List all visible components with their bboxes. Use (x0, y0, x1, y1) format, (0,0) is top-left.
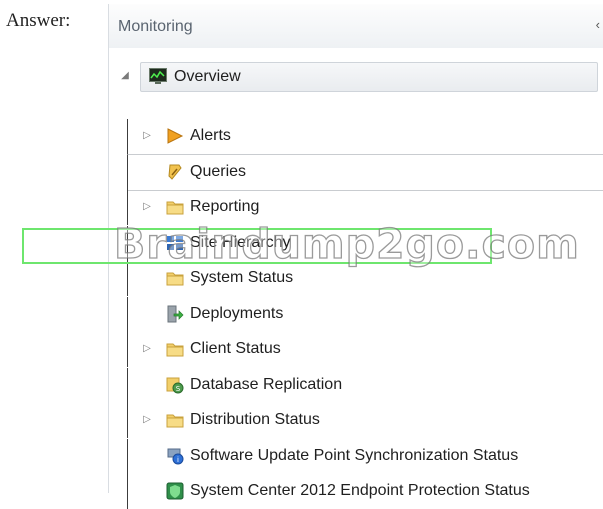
query-icon (166, 163, 184, 181)
tree-node-deployments[interactable]: Deployments (127, 296, 603, 332)
tree-node-label: Queries (190, 162, 247, 180)
tree-node-label: Database Replication (190, 375, 343, 393)
database-replication-icon: S (166, 376, 184, 394)
answer-label: Answer: (6, 10, 71, 31)
overview-bar[interactable]: Overview (140, 62, 598, 92)
tree-node-distribution-status[interactable]: ▷ Distribution Status (127, 403, 603, 438)
svg-text:S: S (176, 385, 181, 393)
tree-node-label: Distribution Status (190, 411, 320, 428)
folder-icon (166, 198, 184, 216)
expand-arrow-icon[interactable]: ▷ (142, 415, 152, 425)
folder-icon (166, 340, 184, 358)
tree-node-database-replication[interactable]: S Database Replication (127, 367, 603, 403)
tree-node-queries[interactable]: Queries (127, 154, 603, 191)
collapse-pane-icon[interactable]: ‹ (596, 17, 600, 32)
svg-text:i: i (177, 456, 179, 464)
expand-arrow-icon[interactable]: ▷ (142, 344, 152, 354)
endpoint-protection-icon (166, 482, 184, 500)
pane-header: Monitoring ‹ (109, 4, 603, 49)
tree-node-software-update-point-synchronization-status[interactable]: i Software Update Point Synchronization S… (127, 438, 603, 474)
tree-node-label: System Center 2012 Endpoint Protection S… (190, 482, 530, 499)
update-sync-icon: i (166, 447, 184, 465)
folder-icon (166, 411, 184, 429)
folder-icon (166, 269, 184, 287)
tree-node-client-status[interactable]: ▷ Client Status (127, 332, 603, 367)
navigation-tree: ◢ Overview ▷ Alerts Queries ▷ Reporting Site … (109, 48, 603, 509)
expand-arrow-icon[interactable]: ▷ (142, 202, 152, 212)
tree-node-label: System Status (190, 269, 294, 286)
tree-node-label: Alerts (190, 127, 231, 144)
overview-label: Overview (174, 68, 241, 85)
tree-node-alerts[interactable]: ▷ Alerts (127, 119, 603, 155)
alert-flag-icon (166, 127, 184, 145)
deployments-highlight-box (22, 228, 492, 264)
pane-title: Monitoring (118, 18, 193, 35)
tree-node-label: Reporting (190, 198, 260, 215)
deployment-icon (166, 305, 184, 323)
tree-node-reporting[interactable]: ▷ Reporting (127, 190, 603, 225)
tree-node-label: Software Update Point Synchronization St… (190, 446, 519, 464)
tree-node-system-center-2012-endpoint-protection-status[interactable]: System Center 2012 Endpoint Protection S… (127, 474, 603, 509)
expanded-arrow-icon[interactable]: ◢ (120, 71, 130, 81)
monitor-icon (149, 68, 167, 84)
tree-node-label: Client Status (190, 340, 281, 357)
tree-node-label: Deployments (190, 304, 284, 322)
tree-node-system-status[interactable]: System Status (127, 261, 603, 296)
expand-arrow-icon[interactable]: ▷ (142, 131, 152, 141)
tree-node-overview[interactable]: ◢ Overview (120, 62, 598, 92)
